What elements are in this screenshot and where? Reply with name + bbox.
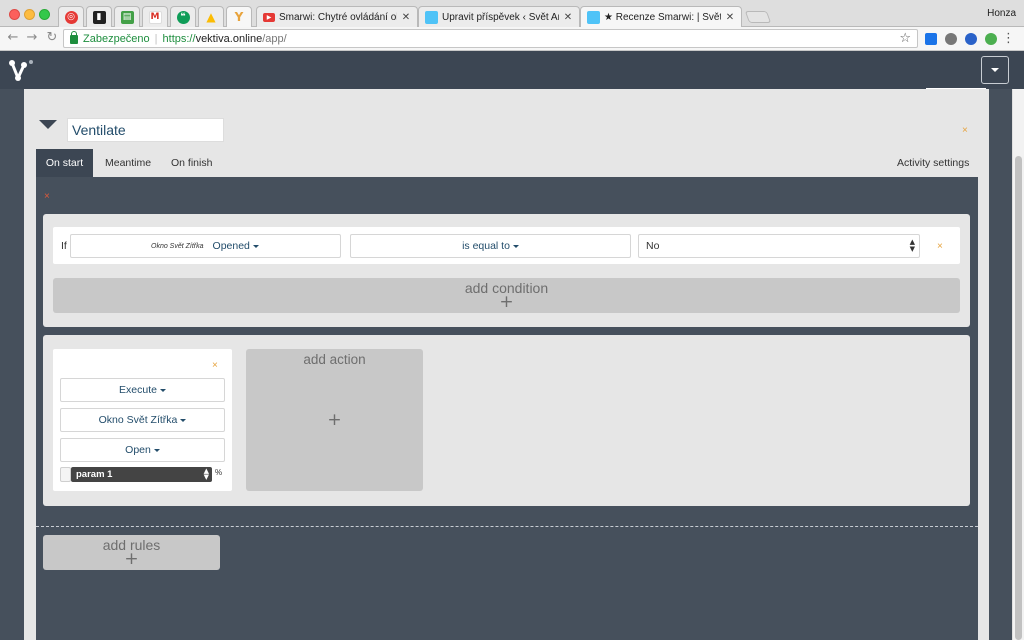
scrollbar-thumb[interactable] [1015, 156, 1022, 640]
value-label: No [646, 240, 660, 252]
browser-tab-active[interactable]: ★ Recenze Smarwi: | Svět Andr ✕ [580, 6, 742, 27]
activity-settings-link[interactable]: Activity settings [897, 149, 969, 177]
param-unit: % [215, 468, 223, 477]
browser-tab[interactable]: ▶ Smarwi: Chytré ovládání oken ✕ [256, 6, 418, 27]
secure-label: Zabezpečeno [83, 32, 150, 45]
command-label: Execute [119, 384, 157, 396]
action-command-select[interactable]: Execute [60, 378, 225, 402]
if-label: If [61, 240, 67, 252]
browser-tab-strip: ◎ ▮ ▤ M ❝ ▲ Y ▶ Smarwi: Chytré ovládání … [0, 0, 1024, 27]
caret-down-icon [991, 68, 999, 72]
param-select[interactable]: param 1 ▲ ▼ [71, 467, 212, 482]
rule-close-icon[interactable]: × [44, 191, 50, 202]
condition-value-select[interactable]: No ▲ ▼ [638, 234, 920, 258]
url-host: vektiva.online [195, 32, 263, 45]
reload-icon[interactable]: ↻ [45, 31, 59, 45]
caret-down-icon [180, 418, 187, 422]
plus-icon: + [124, 548, 139, 569]
tab-title: Smarwi: Chytré ovládání oken [279, 11, 397, 23]
operation-label: Open [125, 444, 151, 456]
new-tab-button[interactable] [744, 11, 772, 23]
header-dropdown-button[interactable] [981, 56, 1009, 84]
site-icon [587, 10, 600, 24]
close-window-button[interactable] [9, 9, 20, 20]
tab-on-finish[interactable]: On finish [161, 149, 222, 177]
target-icon: ◎ [64, 10, 78, 24]
bookmark-star-icon[interactable]: ☆ [899, 31, 911, 46]
pinned-tab[interactable]: Y [226, 6, 252, 27]
sheet-icon: ▤ [120, 10, 134, 24]
separator: | [154, 32, 158, 45]
browser-menu-icon[interactable]: ⋮ [1002, 31, 1015, 46]
site-icon [425, 10, 438, 24]
browser-tab[interactable]: Upravit příspěvek ‹ Svět Andr ✕ [418, 6, 580, 27]
activity-name-input[interactable] [67, 118, 224, 142]
add-action-label: add action [303, 352, 366, 367]
hangouts-icon: ❝ [176, 10, 190, 24]
extension-camera-icon[interactable] [945, 33, 957, 45]
board-icon: ▮ [92, 10, 106, 24]
tab-title: Upravit příspěvek ‹ Svět Andr [442, 11, 559, 23]
pinned-tab[interactable]: ❝ [170, 6, 196, 27]
select-arrows-icon: ▲ ▼ [203, 467, 209, 481]
action-device-select[interactable]: Okno Svět Zítřka [60, 408, 225, 432]
minimize-window-button[interactable] [24, 9, 35, 20]
add-rules-button[interactable]: add rules + [43, 535, 220, 570]
extension-plus-icon[interactable] [925, 33, 937, 45]
param-label: param 1 [76, 469, 113, 480]
pinned-tab[interactable]: ◎ [58, 6, 84, 27]
caret-down-icon [252, 244, 259, 248]
param-checkbox[interactable] [60, 467, 71, 482]
back-icon[interactable]: ← [6, 31, 20, 45]
tab-close-icon[interactable]: ✕ [401, 12, 411, 23]
condition-state-label: Opened [212, 240, 250, 252]
address-toolbar: ← → ↻ Zabezpečeno | https:// vektiva.onl… [0, 27, 1024, 51]
plus-icon: + [327, 410, 342, 430]
select-arrows-icon: ▲ ▼ [909, 238, 915, 253]
condition-close-icon[interactable]: × [937, 241, 943, 252]
url-path: /app/ [262, 32, 287, 45]
profile-name[interactable]: Honza [987, 8, 1016, 19]
app-header [0, 51, 1024, 89]
pinned-tab[interactable]: ▤ [114, 6, 140, 27]
caret-down-icon [159, 388, 166, 392]
tab-on-start[interactable]: On start [36, 149, 93, 177]
add-condition-button[interactable]: add condition + [53, 278, 960, 313]
forward-icon[interactable]: → [25, 31, 39, 45]
tab-title: ★ Recenze Smarwi: | Svět Andr [604, 11, 721, 23]
extension-green-icon[interactable] [985, 33, 997, 45]
gmail-icon: M [148, 10, 162, 24]
url-scheme: https:// [162, 32, 196, 45]
zoom-window-button[interactable] [39, 9, 50, 20]
lock-icon [70, 31, 78, 44]
condition-device-select[interactable]: Okno Svět Zítřka Opened [70, 234, 341, 258]
rules-divider [36, 526, 978, 527]
pinned-tab[interactable]: ▮ [86, 6, 112, 27]
action-operation-select[interactable]: Open [60, 438, 225, 462]
youtube-icon: ▶ [263, 12, 275, 22]
activity-close-icon[interactable]: × [962, 125, 968, 136]
caret-down-icon [153, 448, 160, 452]
tab-close-icon[interactable]: ✕ [563, 12, 573, 23]
address-bar[interactable]: Zabezpečeno | https:// vektiva.online /a… [63, 29, 918, 48]
pinned-tab[interactable]: M [142, 6, 168, 27]
caret-down-icon [512, 244, 519, 248]
vektiva-logo-icon[interactable] [8, 59, 34, 83]
condition-device-label: Okno Svět Zítřka [151, 242, 204, 250]
condition-operator-select[interactable]: is equal to [350, 234, 631, 258]
add-action-button[interactable]: add action + [246, 349, 423, 491]
tab-meantime[interactable]: Meantime [95, 149, 161, 177]
operator-label: is equal to [462, 240, 510, 252]
device-label: Okno Svět Zítřka [98, 414, 178, 426]
drive-icon: ▲ [206, 10, 216, 24]
collapse-triangle-icon[interactable] [39, 120, 57, 129]
extension-info-icon[interactable] [965, 33, 977, 45]
action-close-icon[interactable]: × [212, 360, 218, 371]
vektiva-icon: Y [234, 10, 244, 24]
tab-close-icon[interactable]: ✕ [725, 12, 735, 23]
pinned-tab[interactable]: ▲ [198, 6, 224, 27]
plus-icon: + [499, 291, 514, 312]
